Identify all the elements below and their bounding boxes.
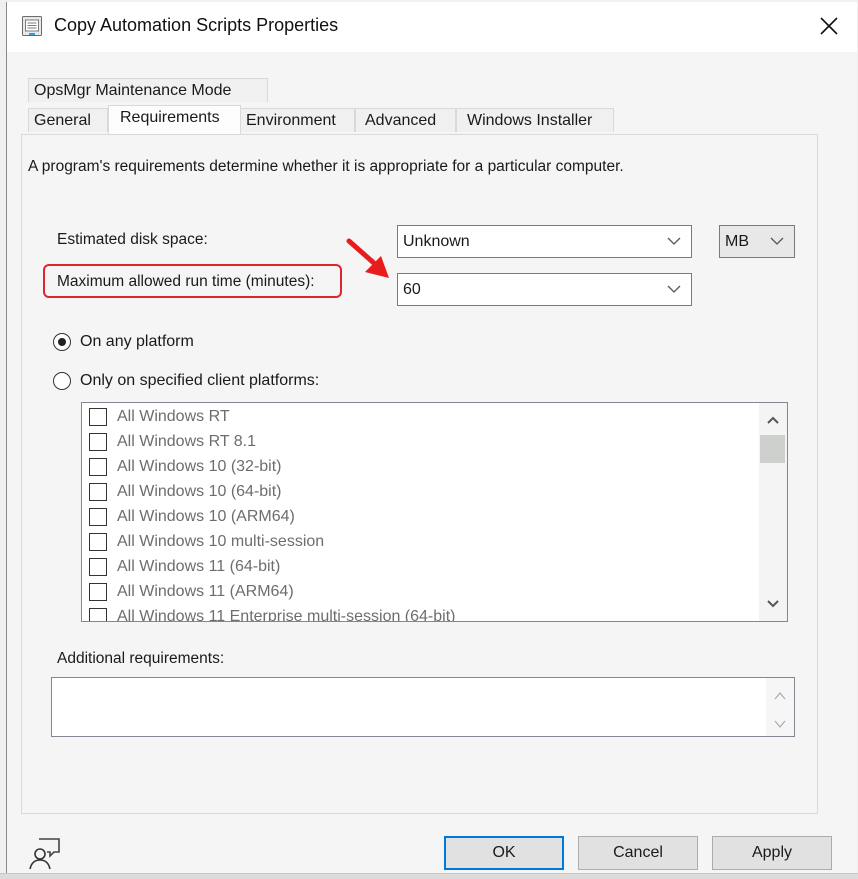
tab-label: OpsMgr Maintenance Mode <box>34 81 232 99</box>
list-item[interactable]: All Windows 11 Enterprise multi-session … <box>89 605 456 622</box>
list-item[interactable]: All Windows 10 (32-bit) <box>89 455 282 479</box>
tab-opsmgr-maintenance-mode[interactable]: OpsMgr Maintenance Mode <box>28 78 268 102</box>
title-bar: Copy Automation Scripts Properties <box>7 2 857 52</box>
checkbox[interactable] <box>89 483 107 501</box>
platform-label: All Windows 10 (ARM64) <box>117 508 295 525</box>
platform-label: All Windows RT 8.1 <box>117 433 257 450</box>
disk-space-label: Estimated disk space: <box>57 231 208 248</box>
disk-space-value: Unknown <box>403 232 470 250</box>
max-run-time-label: Maximum allowed run time (minutes): <box>57 273 315 290</box>
cancel-label: Cancel <box>613 844 663 861</box>
radio-button[interactable] <box>53 372 71 390</box>
close-button[interactable] <box>809 8 849 44</box>
list-item[interactable]: All Windows 11 (ARM64) <box>89 580 294 604</box>
tab-windows-installer[interactable]: Windows Installer <box>456 108 614 132</box>
tab-label: Environment <box>246 111 336 129</box>
apply-label: Apply <box>751 844 793 861</box>
ok-label: OK <box>492 844 516 861</box>
cancel-button[interactable]: Cancel <box>578 836 698 870</box>
apply-button[interactable]: Apply <box>712 836 832 870</box>
scroll-up-icon[interactable] <box>774 688 786 700</box>
additional-requirements-input[interactable] <box>51 677 795 737</box>
checkbox[interactable] <box>89 408 107 426</box>
scroll-down-icon[interactable] <box>766 599 780 609</box>
platform-label: All Windows 11 (ARM64) <box>117 583 294 600</box>
scroll-up-icon[interactable] <box>766 415 780 425</box>
disk-unit-value: MB <box>725 232 749 250</box>
additional-requirements-scrollbar[interactable] <box>766 678 794 736</box>
close-icon <box>820 17 838 35</box>
checkbox[interactable] <box>89 433 107 451</box>
tab-label: Advanced <box>365 111 437 129</box>
tab-label: Windows Installer <box>467 111 593 129</box>
platform-list-scrollbar[interactable] <box>759 403 787 621</box>
list-item[interactable]: All Windows 10 multi-session <box>89 530 324 554</box>
tab-environment[interactable]: Environment <box>240 108 355 132</box>
checkbox[interactable] <box>89 458 107 476</box>
additional-requirements-label: Additional requirements: <box>57 650 225 667</box>
max-run-time-combo[interactable]: 60 <box>397 273 692 306</box>
checkbox[interactable] <box>89 508 107 526</box>
platform-listbox[interactable]: All Windows RT All Windows RT 8.1 All Wi… <box>81 402 788 622</box>
list-item[interactable]: All Windows 10 (ARM64) <box>89 505 295 529</box>
chevron-down-icon <box>667 285 681 293</box>
properties-sheet-icon <box>22 16 42 36</box>
list-item[interactable]: All Windows RT <box>89 405 230 429</box>
chevron-down-icon <box>667 237 681 245</box>
window-bottom-edge <box>0 873 858 879</box>
user-feedback-icon[interactable] <box>27 836 63 870</box>
platform-label: All Windows 10 multi-session <box>117 533 325 550</box>
scrollbar-thumb[interactable] <box>760 435 785 463</box>
max-run-time-value: 60 <box>403 280 421 298</box>
checkbox[interactable] <box>89 608 107 621</box>
window-title: Copy Automation Scripts Properties <box>54 15 339 35</box>
radio-label: Only on specified client platforms: <box>80 372 320 389</box>
checkbox[interactable] <box>89 583 107 601</box>
tab-advanced[interactable]: Advanced <box>355 108 456 132</box>
platform-label: All Windows 10 (64-bit) <box>117 483 282 500</box>
list-item[interactable]: All Windows 10 (64-bit) <box>89 480 282 504</box>
checkbox[interactable] <box>89 533 107 551</box>
annotation-arrow-icon <box>346 238 389 278</box>
checkbox[interactable] <box>89 558 107 576</box>
disk-space-combo[interactable]: Unknown <box>397 225 692 258</box>
requirements-intro: A program's requirements determine wheth… <box>28 158 624 175</box>
radio-label: On any platform <box>80 333 194 350</box>
radio-specified-platforms[interactable]: Only on specified client platforms: <box>53 372 319 390</box>
platform-label: All Windows 11 (64-bit) <box>117 558 281 575</box>
ok-button[interactable]: OK <box>444 836 564 870</box>
list-item[interactable]: All Windows RT 8.1 <box>89 430 256 454</box>
list-item[interactable]: All Windows 11 (64-bit) <box>89 555 280 579</box>
tab-label: Requirements <box>120 109 220 126</box>
radio-any-platform[interactable]: On any platform <box>53 333 194 351</box>
radio-button-checked[interactable] <box>53 333 71 351</box>
disk-unit-combo[interactable]: MB <box>719 225 795 258</box>
platform-label: All Windows 11 Enterprise multi-session … <box>117 608 456 622</box>
chevron-down-icon <box>770 237 784 245</box>
tab-requirements[interactable]: Requirements <box>108 105 241 134</box>
platform-label: All Windows 10 (32-bit) <box>117 458 282 475</box>
tab-label: General <box>34 111 91 129</box>
platform-label: All Windows RT <box>117 408 230 425</box>
tab-general[interactable]: General <box>28 108 108 132</box>
scroll-down-icon[interactable] <box>774 716 786 728</box>
